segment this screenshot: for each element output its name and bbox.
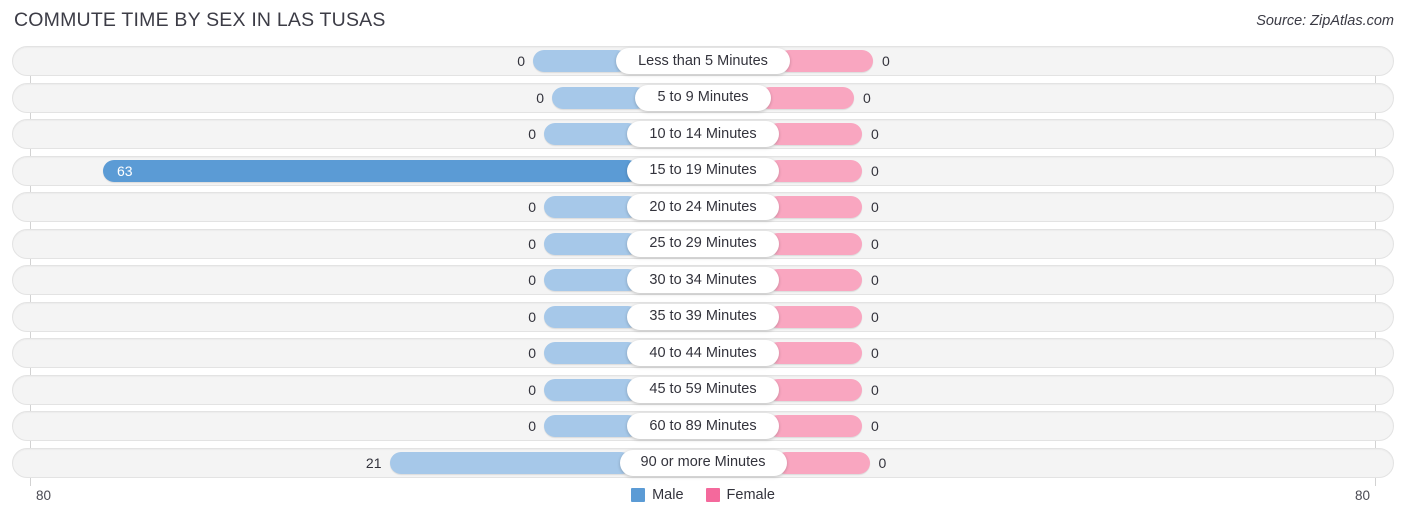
category-label-pill[interactable]: 25 to 29 Minutes <box>627 230 779 257</box>
legend-swatch-male-icon <box>631 488 646 503</box>
bar-value-male: 63 <box>117 162 133 179</box>
source-attribution: Source: ZipAtlas.com <box>1256 13 1394 29</box>
bar-value-female: 0 <box>871 126 879 142</box>
chart-legend: Male Female <box>0 488 1406 503</box>
bar-value-female: 0 <box>871 418 879 434</box>
category-label-pill[interactable]: 90 or more Minutes <box>619 449 787 476</box>
bar-female[interactable] <box>767 159 862 182</box>
chart-row: 0 0 30 to 34 Minutes <box>0 265 1406 295</box>
bar-female[interactable] <box>778 50 873 72</box>
category-label-text: 40 to 44 Minutes <box>649 344 757 361</box>
category-label-text: 45 to 59 Minutes <box>649 381 757 398</box>
bar-female[interactable] <box>767 123 862 145</box>
bar-value-male: 0 <box>528 126 536 142</box>
bar-male[interactable] <box>544 342 639 364</box>
legend-item-female[interactable]: Female <box>705 487 775 503</box>
bar-female[interactable] <box>767 378 862 401</box>
category-label-text: Less than 5 Minutes <box>638 52 768 69</box>
chart-rows: 0 0 Less than 5 Minutes 0 0 5 to 9 Minutes 0 0 1… <box>0 46 1406 484</box>
chart-row: 21 0 90 or more Minutes <box>0 447 1406 478</box>
category-label-pill[interactable]: 30 to 34 Minutes <box>627 267 779 293</box>
category-label-pill[interactable]: Less than 5 Minutes <box>616 48 790 74</box>
chart-plot-area: 0 0 Less than 5 Minutes 0 0 5 to 9 Minutes 0 0 1… <box>0 46 1406 486</box>
bar-female[interactable] <box>759 86 854 109</box>
chart-row: 0 0 20 to 24 Minutes <box>0 192 1406 222</box>
category-label-text: 25 to 29 Minutes <box>649 235 757 252</box>
bar-male[interactable] <box>544 378 639 401</box>
category-label-pill[interactable]: 40 to 44 Minutes <box>627 340 779 366</box>
bar-value-male: 0 <box>528 199 536 215</box>
bar-value-female: 0 <box>863 89 871 106</box>
chart-row: 0 0 10 to 14 Minutes <box>0 119 1406 149</box>
category-label-pill[interactable]: 35 to 39 Minutes <box>627 303 779 330</box>
category-label-pill[interactable]: 15 to 19 Minutes <box>627 157 779 184</box>
category-label-text: 90 or more Minutes <box>640 454 766 471</box>
chart-row: 0 0 Less than 5 Minutes <box>0 46 1406 76</box>
bar-value-male: 0 <box>528 308 536 325</box>
bar-value-male: 0 <box>536 89 544 106</box>
bar-male[interactable] <box>544 305 639 328</box>
bar-female[interactable] <box>774 451 870 474</box>
bar-female[interactable] <box>767 305 862 328</box>
bar-male[interactable] <box>389 451 632 474</box>
chart-row: 0 0 60 to 89 Minutes <box>0 411 1406 441</box>
bar-value-female: 0 <box>871 272 879 288</box>
bar-female[interactable] <box>767 196 862 218</box>
bar-value-male: 0 <box>528 272 536 288</box>
bar-male[interactable] <box>544 123 639 145</box>
bar-value-female: 0 <box>878 454 887 471</box>
category-label-pill[interactable]: 5 to 9 Minutes <box>635 84 771 111</box>
chart-row: 63 0 15 to 19 Minutes <box>0 155 1406 186</box>
bar-value-female: 0 <box>871 162 879 179</box>
chart-row: 0 0 35 to 39 Minutes <box>0 301 1406 332</box>
bar-value-female: 0 <box>871 381 879 398</box>
bar-female[interactable] <box>767 342 862 364</box>
bar-value-female: 0 <box>871 308 879 325</box>
bar-male[interactable] <box>103 159 639 182</box>
bar-male[interactable] <box>552 86 647 109</box>
bar-value-female: 0 <box>871 235 879 252</box>
bar-value-male: 0 <box>528 381 536 398</box>
category-label-text: 35 to 39 Minutes <box>649 308 757 325</box>
category-label-pill[interactable]: 45 to 59 Minutes <box>627 376 779 403</box>
category-label-pill[interactable]: 60 to 89 Minutes <box>627 413 779 439</box>
bar-value-male: 0 <box>528 345 536 361</box>
category-label-pill[interactable]: 10 to 14 Minutes <box>627 121 779 147</box>
bar-value-male: 21 <box>365 454 382 471</box>
chart-row: 0 0 45 to 59 Minutes <box>0 374 1406 405</box>
category-label-text: 15 to 19 Minutes <box>649 162 757 179</box>
bar-value-female: 0 <box>871 345 879 361</box>
chart-header: COMMUTE TIME BY SEX IN LAS TUSAS Source:… <box>0 0 1406 44</box>
chart-row: 0 0 25 to 29 Minutes <box>0 228 1406 259</box>
bar-male[interactable] <box>544 232 639 255</box>
legend-label-male: Male <box>652 487 684 503</box>
category-label-text: 10 to 14 Minutes <box>649 125 757 142</box>
bar-value-female: 0 <box>882 53 890 69</box>
category-label-pill[interactable]: 20 to 24 Minutes <box>627 194 779 220</box>
legend-item-male[interactable]: Male <box>631 487 684 503</box>
chart-footer: 80 80 Male Female <box>0 486 1406 522</box>
bar-female[interactable] <box>767 232 862 255</box>
bar-female[interactable] <box>767 415 862 437</box>
bar-female[interactable] <box>767 269 862 291</box>
bar-value-female: 0 <box>871 199 879 215</box>
bar-value-male: 0 <box>528 418 536 434</box>
bar-male[interactable] <box>544 269 639 291</box>
bar-value-male: 0 <box>517 53 525 69</box>
category-label-text: 30 to 34 Minutes <box>649 271 757 288</box>
page-title: COMMUTE TIME BY SEX IN LAS TUSAS <box>14 9 386 31</box>
category-label-text: 5 to 9 Minutes <box>657 89 749 106</box>
bar-male[interactable] <box>544 196 639 218</box>
category-label-text: 60 to 89 Minutes <box>649 417 757 434</box>
legend-label-female: Female <box>726 487 775 503</box>
bar-value-male: 0 <box>528 235 536 252</box>
category-label-text: 20 to 24 Minutes <box>649 198 757 215</box>
bar-male[interactable] <box>544 415 639 437</box>
legend-swatch-female-icon <box>705 488 720 503</box>
bar-male[interactable] <box>533 50 628 72</box>
chart-row: 0 0 5 to 9 Minutes <box>0 82 1406 113</box>
chart-row: 0 0 40 to 44 Minutes <box>0 338 1406 368</box>
